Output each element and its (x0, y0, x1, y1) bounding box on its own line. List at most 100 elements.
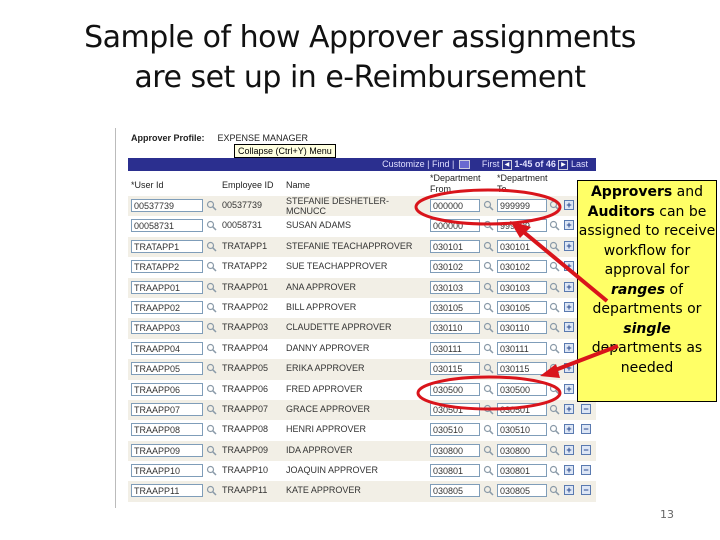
user-id-input[interactable]: TRAAPP07 (131, 402, 203, 416)
user-id-lookup-icon[interactable] (206, 343, 217, 354)
department-to-lookup-icon[interactable] (549, 485, 560, 496)
user-id-lookup-icon[interactable] (206, 241, 217, 252)
department-from-lookup-icon[interactable] (483, 200, 494, 211)
department-from-lookup-icon[interactable] (483, 322, 494, 333)
user-id-lookup-icon[interactable] (206, 485, 217, 496)
department-from-input[interactable]: 030805 (430, 484, 480, 498)
department-to-input[interactable]: 030111 (497, 341, 547, 355)
department-to-input[interactable]: 030102 (497, 260, 547, 274)
department-to-input[interactable]: 030501 (497, 402, 547, 416)
department-from-lookup-icon[interactable] (483, 363, 494, 374)
user-id-lookup-icon[interactable] (206, 322, 217, 333)
department-to-input[interactable]: 030103 (497, 280, 547, 294)
add-row-button[interactable]: + (564, 220, 574, 231)
user-id-input[interactable]: TRAAPP05 (131, 362, 203, 376)
department-from-lookup-icon[interactable] (483, 261, 494, 272)
user-id-input[interactable]: TRAAPP06 (131, 382, 203, 396)
department-to-input[interactable]: 030101 (497, 239, 547, 253)
delete-row-button[interactable]: − (581, 424, 591, 435)
department-to-lookup-icon[interactable] (549, 220, 560, 231)
user-id-lookup-icon[interactable] (206, 384, 217, 395)
find-link[interactable]: Find (432, 159, 450, 169)
user-id-input[interactable]: TRAAPP11 (131, 484, 203, 498)
add-row-button[interactable]: + (564, 424, 574, 435)
view-all-grid-icon[interactable] (458, 160, 470, 170)
department-from-lookup-icon[interactable] (483, 445, 494, 456)
delete-row-button[interactable]: − (581, 403, 591, 414)
department-to-input[interactable]: 030805 (497, 484, 547, 498)
department-from-lookup-icon[interactable] (483, 465, 494, 476)
add-row-button[interactable]: + (564, 444, 574, 455)
department-to-lookup-icon[interactable] (549, 424, 560, 435)
add-row-button[interactable]: + (564, 363, 574, 374)
user-id-lookup-icon[interactable] (206, 261, 217, 272)
department-from-input[interactable]: 000000 (430, 219, 480, 233)
department-from-lookup-icon[interactable] (483, 485, 494, 496)
user-id-input[interactable]: TRAAPP09 (131, 443, 203, 457)
department-to-lookup-icon[interactable] (549, 322, 560, 333)
department-from-lookup-icon[interactable] (483, 241, 494, 252)
department-from-input[interactable]: 030101 (430, 239, 480, 253)
user-id-input[interactable]: TRATAPP2 (131, 260, 203, 274)
department-to-input[interactable]: 999999 (497, 199, 547, 212)
delete-row-button[interactable]: − (581, 444, 591, 455)
department-to-lookup-icon[interactable] (549, 200, 560, 211)
department-to-input[interactable]: 999999 (497, 219, 547, 233)
user-id-input[interactable]: TRATAPP1 (131, 239, 203, 253)
department-to-lookup-icon[interactable] (549, 445, 560, 456)
department-to-lookup-icon[interactable] (549, 465, 560, 476)
department-from-input[interactable]: 030111 (430, 341, 480, 355)
add-row-button[interactable]: + (564, 240, 574, 251)
department-from-input[interactable]: 030500 (430, 382, 480, 396)
department-to-input[interactable]: 030115 (497, 362, 547, 376)
department-from-lookup-icon[interactable] (483, 220, 494, 231)
user-id-input[interactable]: TRAAPP02 (131, 300, 203, 314)
department-from-input[interactable]: 030510 (430, 423, 480, 437)
department-to-lookup-icon[interactable] (549, 261, 560, 272)
first-link[interactable]: First (482, 159, 500, 169)
department-from-input[interactable]: 000000 (430, 199, 480, 212)
user-id-input[interactable]: TRAAPP08 (131, 423, 203, 437)
add-row-button[interactable]: + (564, 485, 574, 496)
department-to-input[interactable]: 030110 (497, 321, 547, 335)
department-to-input[interactable]: 030500 (497, 382, 547, 396)
department-from-lookup-icon[interactable] (483, 282, 494, 293)
add-row-button[interactable]: + (564, 301, 574, 312)
department-to-input[interactable]: 030510 (497, 423, 547, 437)
add-row-button[interactable]: + (564, 281, 574, 292)
user-id-input[interactable]: TRAAPP03 (131, 321, 203, 335)
department-from-input[interactable]: 030115 (430, 362, 480, 376)
department-from-lookup-icon[interactable] (483, 384, 494, 395)
department-from-lookup-icon[interactable] (483, 404, 494, 415)
user-id-lookup-icon[interactable] (206, 302, 217, 313)
department-from-lookup-icon[interactable] (483, 343, 494, 354)
column-header-department-from[interactable]: *Department From (430, 173, 481, 195)
department-to-input[interactable]: 030105 (497, 300, 547, 314)
department-from-input[interactable]: 030800 (430, 443, 480, 457)
department-from-lookup-icon[interactable] (483, 424, 494, 435)
customize-link[interactable]: Customize (382, 159, 425, 169)
department-to-lookup-icon[interactable] (549, 302, 560, 313)
department-from-input[interactable]: 030801 (430, 464, 480, 478)
add-row-button[interactable]: + (564, 261, 574, 272)
department-from-input[interactable]: 030110 (430, 321, 480, 335)
add-row-button[interactable]: + (564, 403, 574, 414)
previous-arrow-icon[interactable]: ◀ (501, 159, 512, 170)
department-from-input[interactable]: 030105 (430, 300, 480, 314)
user-id-lookup-icon[interactable] (206, 363, 217, 374)
department-to-lookup-icon[interactable] (549, 363, 560, 374)
department-to-input[interactable]: 030801 (497, 464, 547, 478)
department-to-lookup-icon[interactable] (549, 404, 560, 415)
user-id-lookup-icon[interactable] (206, 220, 217, 231)
user-id-lookup-icon[interactable] (206, 445, 217, 456)
department-from-input[interactable]: 030102 (430, 260, 480, 274)
department-to-input[interactable]: 030800 (497, 443, 547, 457)
department-from-input[interactable]: 030501 (430, 402, 480, 416)
add-row-button[interactable]: + (564, 465, 574, 476)
user-id-lookup-icon[interactable] (206, 465, 217, 476)
add-row-button[interactable]: + (564, 383, 574, 394)
user-id-input[interactable]: 00537739 (131, 199, 203, 212)
next-arrow-icon[interactable]: ▶ (558, 159, 569, 170)
add-row-button[interactable]: + (564, 200, 574, 210)
user-id-input[interactable]: TRAAPP01 (131, 280, 203, 294)
